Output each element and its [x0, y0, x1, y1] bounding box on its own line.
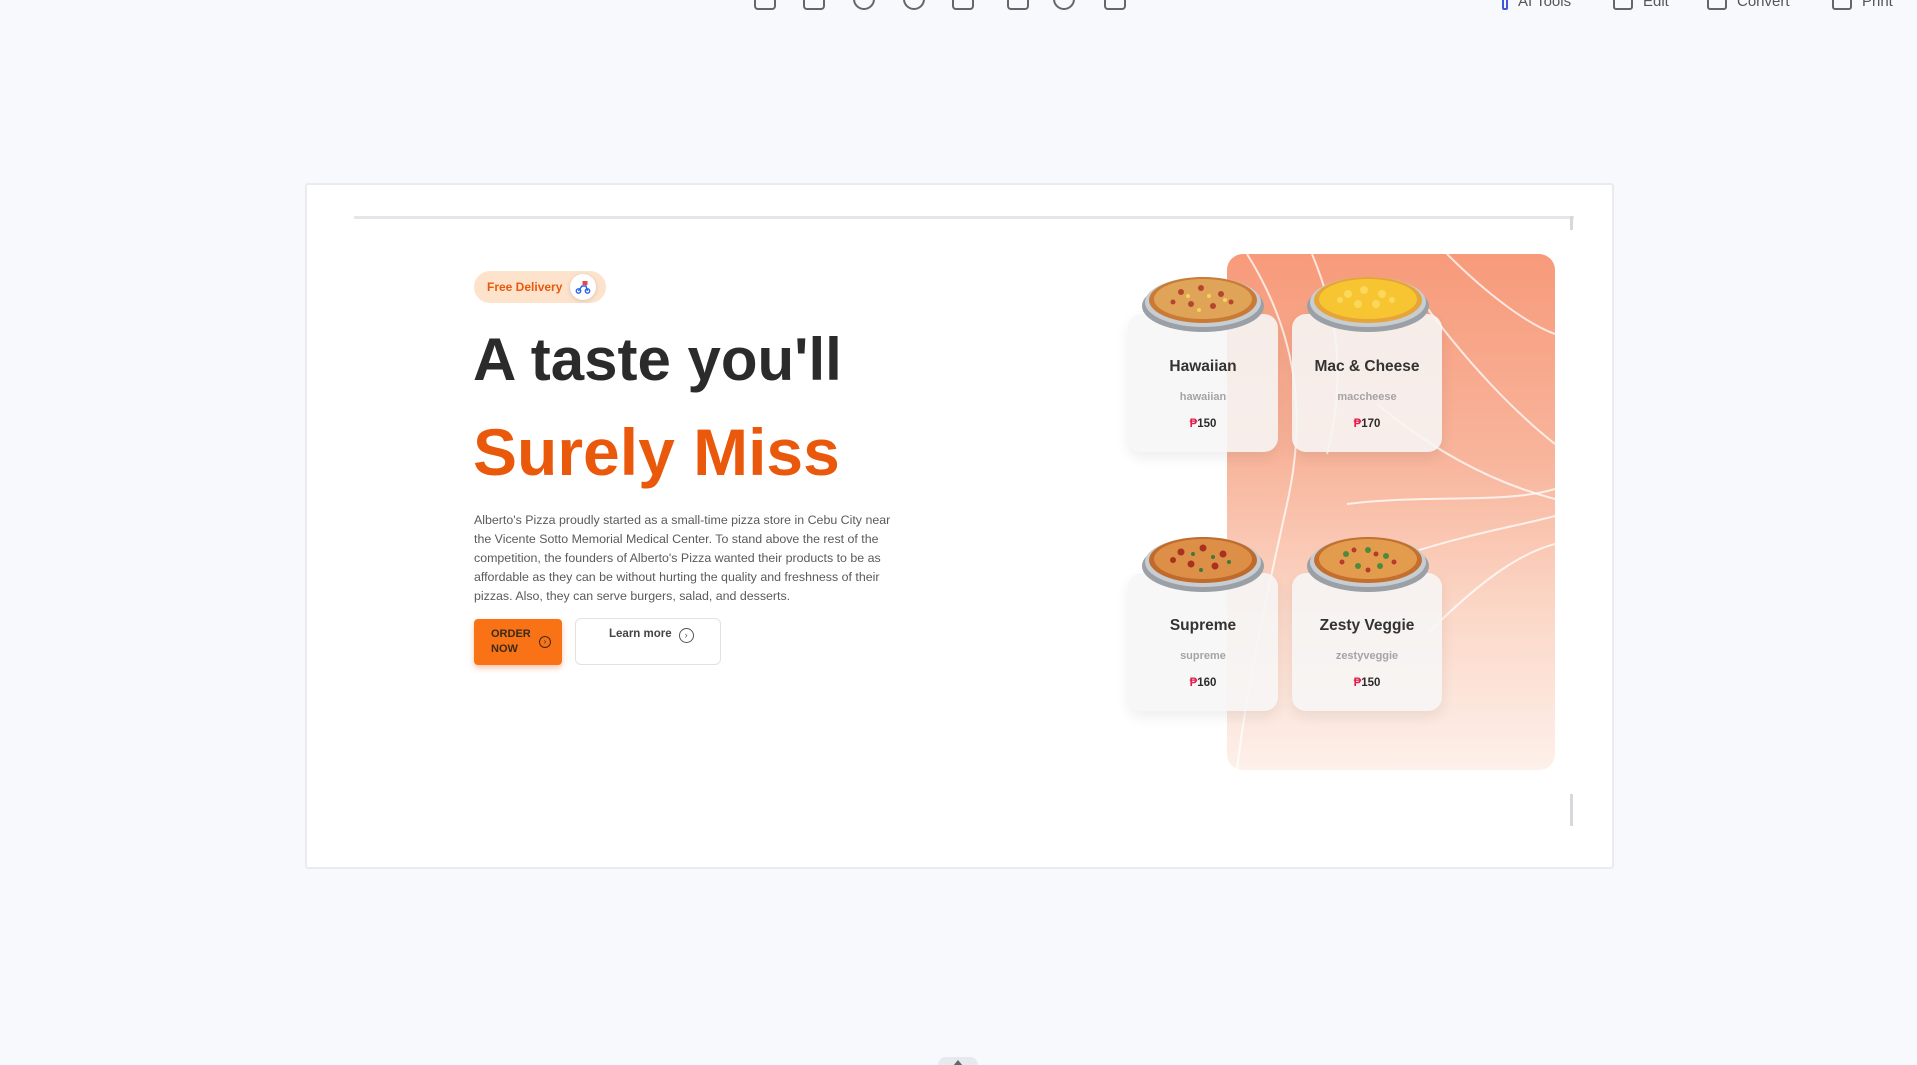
divider: [1570, 794, 1573, 826]
ai-sparkle-icon: [1502, 0, 1508, 10]
pizza-name: Mac & Cheese: [1314, 358, 1420, 375]
order-now-label: ORDER NOW: [491, 628, 531, 655]
divider: [354, 216, 1574, 219]
print-button[interactable]: Print: [1832, 0, 1893, 10]
zesty-veggie-pizza-image: [1307, 537, 1429, 592]
learn-more-label: Learn more: [609, 628, 672, 640]
supreme-pizza-image: [1142, 537, 1264, 592]
hero-title-accent: Surely Miss: [473, 415, 840, 489]
pizza-slug: maccheese: [1337, 391, 1397, 403]
print-icon: [1832, 0, 1852, 10]
convert-icon: [1707, 0, 1727, 10]
hero-description: Alberto's Pizza proudly started as a sma…: [474, 513, 891, 603]
delivery-scooter-icon: [570, 274, 596, 300]
order-now-button[interactable]: ORDER NOW ›: [474, 619, 562, 665]
edit-icon: [1613, 0, 1633, 10]
pizza-price: ₱170: [1353, 418, 1381, 430]
pizza-name: Supreme: [1169, 617, 1237, 634]
edit-button[interactable]: Edit: [1613, 0, 1669, 10]
convert-button[interactable]: Convert: [1707, 0, 1790, 10]
zoom-out-icon[interactable]: [853, 0, 875, 10]
mac-cheese-pizza-image: [1307, 277, 1429, 332]
pizza-slug: zestyveggie: [1335, 650, 1399, 662]
pizza-price: ₱160: [1189, 677, 1217, 689]
hero-title: A taste you'll: [473, 326, 842, 393]
pizza-card[interactable]: Mac & Cheese maccheese ₱170: [1292, 314, 1442, 452]
hawaiian-pizza-image: [1142, 277, 1264, 332]
chevron-up-icon: [953, 1060, 963, 1065]
pizza-slug: supreme: [1180, 650, 1226, 662]
rotate-icon[interactable]: [952, 0, 974, 10]
scroll-up-handle[interactable]: [938, 1057, 978, 1065]
pizza-price: ₱150: [1189, 418, 1217, 430]
hand-tool-icon[interactable]: [1053, 0, 1075, 10]
arrow-right-icon: ›: [678, 628, 694, 643]
delete-icon[interactable]: [1104, 0, 1126, 10]
badge-label: Free Delivery: [487, 280, 563, 294]
page-icon[interactable]: [1007, 0, 1029, 10]
divider: [1570, 216, 1573, 230]
pizza-price: ₱150: [1353, 677, 1381, 689]
fit-page-icon[interactable]: [803, 0, 825, 10]
zoom-in-icon[interactable]: [903, 0, 925, 10]
free-delivery-badge: Free Delivery: [474, 271, 606, 303]
fullscreen-icon[interactable]: [754, 0, 776, 10]
learn-more-button[interactable]: Learn more ›: [575, 618, 721, 665]
pizza-name: Zesty Veggie: [1319, 617, 1415, 634]
pizza-card[interactable]: Hawaiian hawaiian ₱150: [1128, 314, 1278, 452]
pizza-name: Hawaiian: [1169, 358, 1237, 375]
pizza-slug: hawaiian: [1179, 391, 1227, 403]
arrow-right-icon: ›: [539, 636, 551, 648]
ai-tools-button[interactable]: AI Tools: [1502, 0, 1571, 10]
